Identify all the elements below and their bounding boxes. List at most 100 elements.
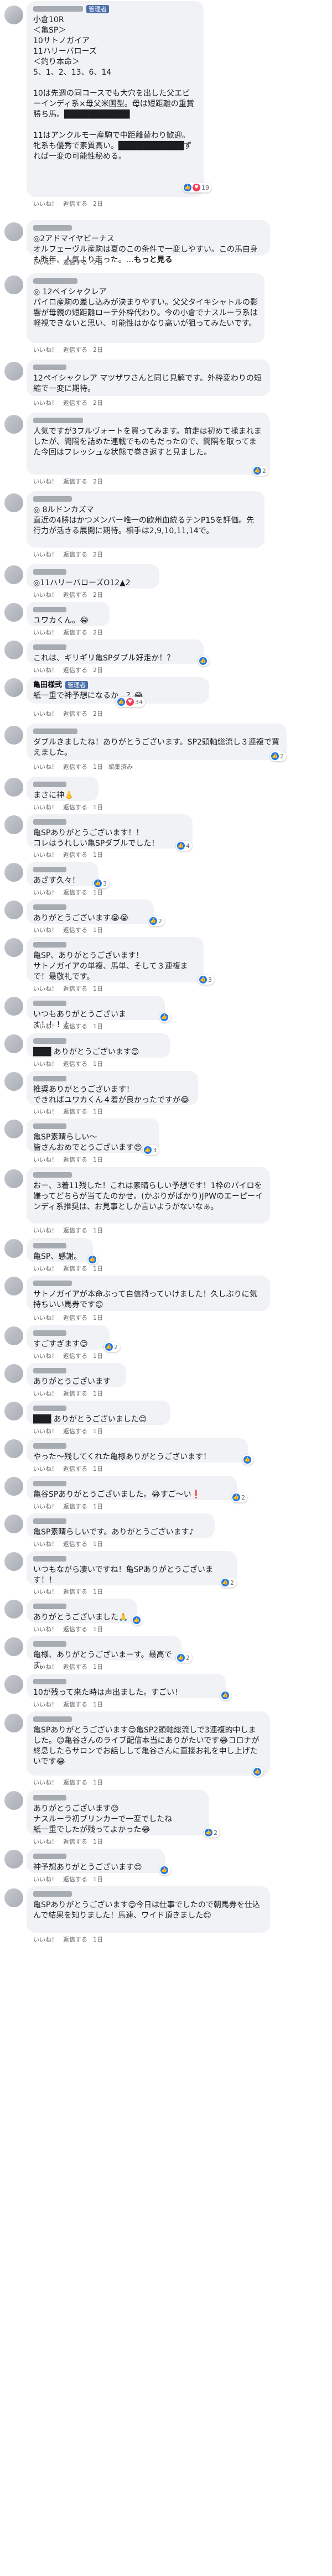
comment-author[interactable] — [33, 1793, 203, 1802]
reaction-summary[interactable]: 👍 — [220, 1690, 231, 1700]
avatar[interactable] — [4, 778, 23, 797]
avatar[interactable] — [4, 938, 23, 957]
comment-author[interactable]: 亀田様弐 — [33, 680, 62, 690]
reply-button[interactable]: 返信する — [63, 1351, 87, 1360]
comment-author[interactable] — [33, 903, 147, 912]
reply-button[interactable]: 返信する — [63, 1662, 87, 1671]
comment-author[interactable] — [33, 1479, 230, 1488]
avatar[interactable] — [4, 1072, 23, 1091]
reply-button[interactable]: 返信する — [63, 762, 87, 771]
avatar[interactable] — [4, 1120, 23, 1138]
reaction-summary[interactable]: 👍 — [198, 656, 209, 666]
reply-button[interactable]: 返信する — [63, 1778, 87, 1787]
comment-author[interactable] — [33, 818, 186, 826]
reply-button[interactable]: 返信する — [63, 803, 87, 811]
reply-button[interactable]: 返信する — [63, 888, 87, 897]
reply-button[interactable]: 返信する — [63, 984, 87, 993]
reply-button[interactable]: 返信する — [63, 1700, 87, 1709]
reply-button[interactable]: 返信する — [63, 1107, 87, 1116]
like-button[interactable]: いいね！ — [33, 477, 58, 486]
comment-author[interactable] — [33, 568, 153, 576]
avatar[interactable] — [4, 1364, 23, 1383]
reaction-summary[interactable]: 👍 — [252, 1767, 263, 1777]
reaction-summary[interactable]: 👍 — [242, 1455, 253, 1465]
like-button[interactable]: いいね！ — [33, 628, 58, 637]
comment-author[interactable] — [33, 1404, 164, 1413]
reply-button[interactable]: 返信する — [63, 550, 87, 559]
reaction-summary[interactable]: 👍 — [132, 1615, 143, 1625]
comment-author[interactable] — [33, 1441, 241, 1450]
reply-button[interactable]: 返信する — [63, 709, 87, 718]
like-button[interactable]: いいね！ — [33, 1587, 58, 1596]
comment-author[interactable] — [33, 1640, 175, 1648]
reaction-summary[interactable]: 👍 — [159, 1865, 170, 1875]
like-button[interactable]: いいね！ — [33, 1625, 58, 1633]
like-button[interactable]: いいね！ — [33, 850, 58, 859]
comment-author[interactable] — [33, 1279, 263, 1288]
avatar[interactable] — [4, 1850, 23, 1869]
avatar[interactable] — [4, 415, 23, 434]
comment-author[interactable] — [33, 1074, 191, 1083]
avatar[interactable] — [4, 997, 23, 1016]
reply-button[interactable]: 返信する — [63, 925, 87, 934]
reply-button[interactable]: 返信する — [63, 1226, 87, 1235]
avatar[interactable] — [4, 493, 23, 512]
reply-button[interactable]: 返信する — [63, 1502, 87, 1511]
like-button[interactable]: いいね！ — [33, 1502, 58, 1511]
reply-button[interactable]: 返信する — [63, 199, 87, 208]
avatar[interactable] — [4, 1034, 23, 1053]
like-button[interactable]: いいね！ — [33, 1389, 58, 1398]
like-button[interactable]: いいね！ — [33, 803, 58, 811]
comment-author[interactable] — [33, 1170, 263, 1179]
like-button[interactable]: いいね！ — [33, 258, 58, 267]
like-button[interactable]: いいね！ — [33, 1700, 58, 1709]
comment-author[interactable] — [33, 416, 263, 425]
comment-author[interactable] — [33, 865, 92, 874]
avatar[interactable] — [4, 1600, 23, 1619]
reply-button[interactable]: 返信する — [63, 1587, 87, 1596]
comment-author[interactable] — [33, 940, 197, 949]
like-button[interactable]: いいね！ — [33, 590, 58, 599]
reaction-summary[interactable]: 👍 4 — [176, 841, 192, 851]
comment-author[interactable] — [33, 1715, 263, 1724]
like-button[interactable]: いいね！ — [33, 709, 58, 718]
reaction-summary[interactable]: 👍 2 — [148, 916, 164, 926]
avatar[interactable] — [4, 222, 23, 241]
reply-button[interactable]: 返信する — [63, 590, 87, 599]
comment-author[interactable]: 管理者 — [33, 4, 197, 13]
comment-author[interactable] — [33, 727, 280, 736]
avatar[interactable] — [4, 1477, 23, 1496]
like-button[interactable]: いいね！ — [33, 1875, 58, 1883]
reaction-summary[interactable]: 👍 — [87, 1255, 98, 1264]
avatar[interactable] — [4, 1791, 23, 1810]
comment-author[interactable] — [33, 1554, 230, 1563]
avatar[interactable] — [4, 901, 23, 919]
comment-author[interactable] — [33, 1890, 263, 1898]
avatar[interactable] — [4, 275, 23, 294]
reply-button[interactable]: 返信する — [63, 1875, 87, 1883]
reply-button[interactable]: 返信する — [63, 477, 87, 486]
like-button[interactable]: いいね！ — [33, 1662, 58, 1671]
reply-button[interactable]: 返信する — [63, 258, 87, 267]
reply-button[interactable]: 返信する — [63, 1059, 87, 1068]
comment-author[interactable] — [33, 495, 258, 503]
like-button[interactable]: いいね！ — [33, 1351, 58, 1360]
avatar[interactable] — [4, 1515, 23, 1533]
like-button[interactable]: いいね！ — [33, 1539, 58, 1548]
like-button[interactable]: いいね！ — [33, 345, 58, 354]
comment-author[interactable] — [33, 780, 92, 789]
avatar[interactable] — [4, 726, 23, 745]
reaction-summary[interactable]: 👍 2 — [220, 1578, 236, 1588]
reaction-summary[interactable]: 👍 ♥ 34 — [116, 697, 145, 707]
like-button[interactable]: いいね！ — [33, 925, 58, 934]
avatar[interactable] — [4, 641, 23, 659]
reaction-summary[interactable]: 👍 — [159, 1012, 170, 1022]
comment-author[interactable] — [33, 1677, 219, 1686]
comment-author[interactable] — [33, 605, 103, 614]
avatar[interactable] — [4, 1888, 23, 1907]
avatar[interactable] — [4, 1714, 23, 1732]
reaction-summary[interactable]: 👍 3 — [93, 878, 109, 888]
avatar[interactable] — [4, 1402, 23, 1420]
reply-button[interactable]: 返信する — [63, 850, 87, 859]
like-button[interactable]: いいね！ — [33, 665, 58, 674]
